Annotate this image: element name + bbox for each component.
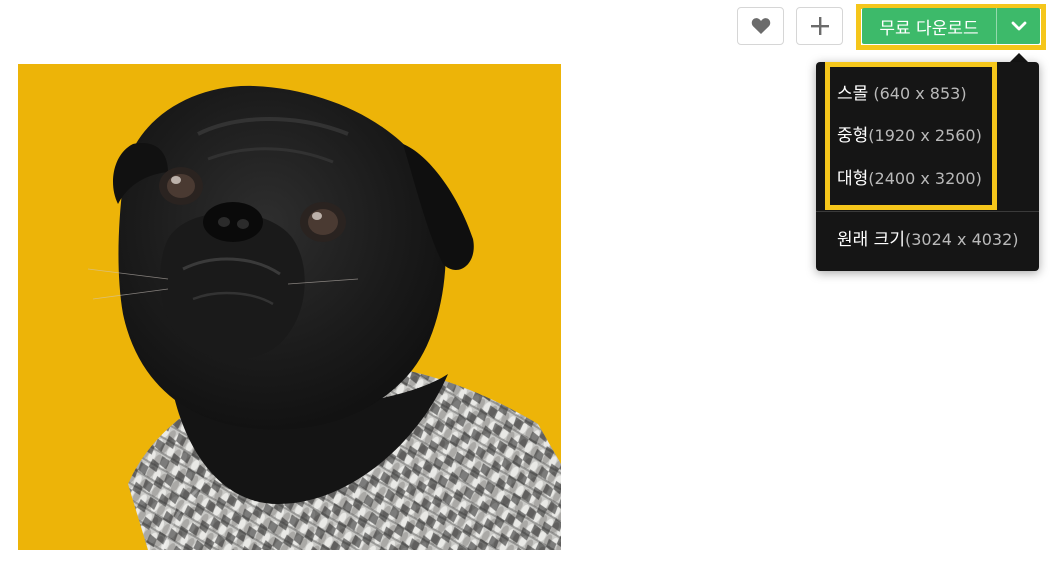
size-option-original[interactable]: 원래 크기(3024 x 4032): [837, 226, 1019, 254]
plus-icon: [810, 17, 829, 35]
size-dims: (2400 x 3200): [868, 169, 982, 188]
size-option-large[interactable]: 대형(2400 x 3200): [837, 165, 982, 193]
add-to-collection-button[interactable]: [796, 7, 843, 45]
download-options-toggle[interactable]: [997, 8, 1040, 44]
size-dims: (1920 x 2560): [868, 126, 982, 145]
size-name: 대형: [837, 169, 869, 189]
pug-photo[interactable]: [18, 64, 561, 550]
chevron-down-icon: [1011, 21, 1026, 31]
download-split-button: 무료 다운로드: [862, 8, 1040, 44]
heart-icon: [751, 18, 770, 34]
size-dims: (640 x 853): [868, 84, 967, 103]
free-download-button[interactable]: 무료 다운로드: [862, 8, 996, 44]
size-name: 스몰: [837, 84, 869, 104]
size-dims: (3024 x 4032): [904, 230, 1019, 249]
size-option-medium[interactable]: 중형(1920 x 2560): [837, 122, 982, 150]
like-button[interactable]: [737, 7, 784, 45]
pug-illustration: [18, 64, 561, 550]
size-name: 원래 크기: [837, 230, 905, 250]
size-option-small[interactable]: 스몰 (640 x 853): [837, 80, 967, 108]
menu-divider: [816, 211, 1039, 212]
size-name: 중형: [837, 126, 869, 146]
